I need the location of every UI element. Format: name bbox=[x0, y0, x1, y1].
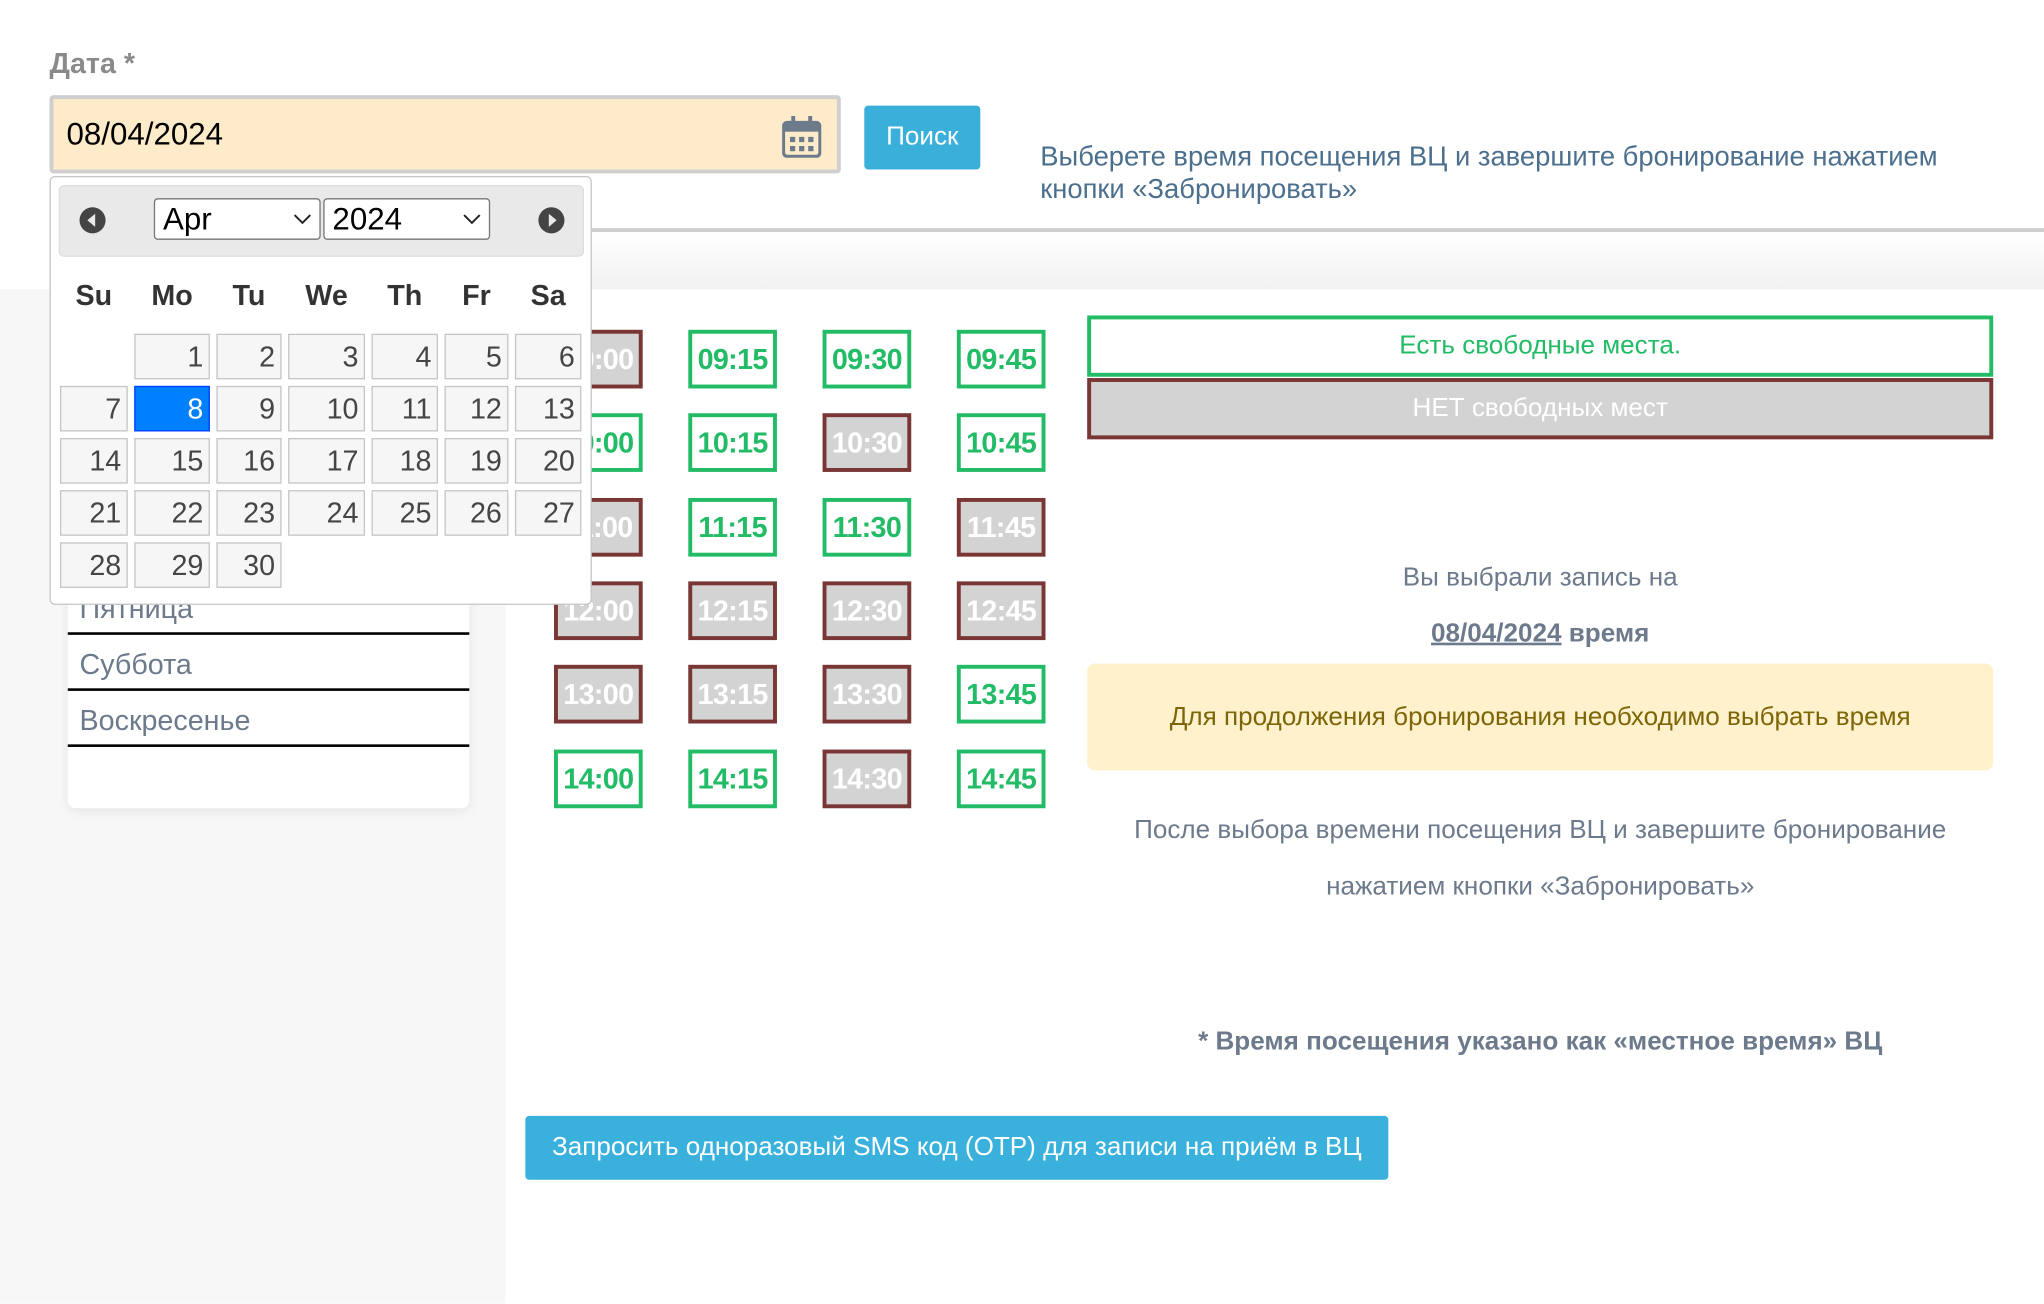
calendar-day[interactable]: 16 bbox=[216, 438, 282, 484]
calendar-day[interactable]: 4 bbox=[371, 333, 439, 380]
time-slot-free[interactable]: 11:30 bbox=[822, 497, 912, 557]
calendar-day[interactable]: 15 bbox=[134, 438, 210, 484]
calendar-day[interactable]: 7 bbox=[59, 385, 128, 432]
calendar-day[interactable]: 19 bbox=[444, 438, 509, 484]
calendar-day[interactable]: 3 bbox=[288, 333, 366, 380]
calendar-day[interactable]: 1 bbox=[134, 333, 210, 380]
weekday-item[interactable]: Суббота bbox=[67, 637, 470, 691]
weekday-item[interactable]: Воскресенье bbox=[67, 694, 470, 747]
select-time-alert: Для продолжения бронирования необходимо … bbox=[1087, 663, 1994, 771]
time-slot-busy: 12:30 bbox=[822, 581, 912, 641]
calendar-day[interactable]: 9 bbox=[216, 385, 282, 432]
calendar-day[interactable]: 18 bbox=[371, 438, 439, 484]
chosen-date-time: 08/04/2024 время bbox=[1087, 619, 1993, 649]
calendar-day[interactable]: 17 bbox=[288, 438, 366, 484]
chosen-date: 08/04/2024 bbox=[1431, 619, 1562, 648]
calendar-days: 1 2 3 4 5 6 7 8 9 10 11 12 13 14 15 16 17 18 19 20 21 22 23 24 2… bbox=[59, 333, 582, 588]
calendar-day[interactable]: 13 bbox=[514, 385, 582, 432]
chosen-prefix: Вы выбрали запись на bbox=[1402, 563, 1678, 592]
year-select[interactable]: 2024 bbox=[323, 198, 491, 240]
calendar-day[interactable]: 29 bbox=[134, 542, 210, 588]
time-slot-free[interactable]: 10:15 bbox=[688, 413, 777, 472]
calendar-day[interactable]: 20 bbox=[514, 438, 582, 484]
calendar-day[interactable]: 12 bbox=[444, 385, 509, 432]
chevron-down-icon bbox=[293, 214, 311, 225]
calendar-day[interactable]: 14 bbox=[59, 438, 128, 484]
time-slot-free[interactable]: 09:30 bbox=[822, 329, 912, 389]
time-slot-busy: 13:15 bbox=[688, 664, 777, 724]
legend-free: Есть свободные места. bbox=[1087, 315, 1994, 377]
weekday-header: Sa bbox=[530, 278, 566, 312]
legend-busy: НЕТ свободных мест bbox=[1087, 378, 1994, 440]
time-slot-busy: 12:45 bbox=[956, 581, 1046, 641]
calendar-day[interactable]: 28 bbox=[59, 542, 128, 588]
divider bbox=[591, 228, 2044, 233]
empty-cell bbox=[372, 542, 438, 588]
time-slot-free[interactable]: 11:15 bbox=[688, 497, 777, 557]
calendar-day[interactable]: 11 bbox=[371, 385, 439, 432]
calendar-day[interactable]: 25 bbox=[371, 490, 439, 536]
time-slot-busy: 11:45 bbox=[956, 497, 1046, 557]
datepicker-header: Apr 2024 bbox=[58, 185, 585, 257]
datepicker-popup: Apr 2024 Su Mo Tu We Th Fr Sa 1 2 3 4 5 6 7 8 9 10 11 12 1… bbox=[49, 175, 592, 605]
calendar-icon[interactable] bbox=[782, 116, 822, 158]
month-select[interactable]: Apr bbox=[153, 198, 321, 240]
time-slot-free[interactable]: 14:00 bbox=[554, 749, 643, 809]
weekday-header: Su bbox=[75, 278, 113, 312]
next-month-icon[interactable] bbox=[538, 207, 565, 234]
time-slot-busy: 13:00 bbox=[554, 664, 643, 724]
panel-shadow bbox=[505, 232, 2044, 290]
time-slot-free[interactable]: 09:45 bbox=[956, 329, 1046, 389]
time-slot-busy: 10:30 bbox=[822, 413, 912, 472]
local-time-note: * Время посещения указано как «местное в… bbox=[1198, 1027, 1883, 1056]
weekday-header: Th bbox=[387, 278, 423, 312]
after-selection-text: После выбора времени посещения ВЦ и заве… bbox=[1134, 816, 1947, 901]
weekday-headers: Su Mo Tu We Th Fr Sa bbox=[60, 276, 581, 315]
weekday-header: Fr bbox=[462, 278, 491, 312]
empty-cell bbox=[60, 334, 128, 380]
date-label: Дата * bbox=[49, 46, 136, 80]
calendar-day[interactable]: 26 bbox=[444, 490, 509, 536]
time-slot-free[interactable]: 14:15 bbox=[688, 749, 777, 809]
weekday-header: We bbox=[305, 278, 348, 312]
time-slot-free[interactable]: 09:15 bbox=[688, 329, 777, 389]
date-input[interactable] bbox=[63, 99, 774, 173]
instruction-text: Выберете время посещения ВЦ и завершите … bbox=[1040, 142, 1938, 205]
time-slot-free[interactable]: 10:45 bbox=[956, 413, 1046, 472]
calendar-day[interactable]: 21 bbox=[59, 490, 128, 536]
calendar-day[interactable]: 10 bbox=[288, 385, 366, 432]
time-slot-free[interactable]: 14:45 bbox=[956, 749, 1046, 809]
time-slot-busy: 13:30 bbox=[822, 664, 912, 724]
calendar-day[interactable]: 5 bbox=[444, 333, 509, 380]
chevron-down-icon bbox=[463, 214, 481, 225]
request-sms-code-button[interactable]: Запросить одноразовый SMS код (OTP) для … bbox=[525, 1115, 1389, 1180]
search-button[interactable]: Поиск bbox=[864, 105, 981, 170]
empty-cell bbox=[445, 542, 509, 588]
chosen-time-label: время bbox=[1568, 619, 1650, 648]
date-field[interactable] bbox=[49, 95, 841, 174]
calendar-day[interactable]: 27 bbox=[514, 490, 582, 536]
calendar-day[interactable]: 30 bbox=[216, 542, 282, 588]
prev-month-icon[interactable] bbox=[79, 207, 106, 234]
calendar-day[interactable]: 24 bbox=[288, 490, 366, 536]
time-slot-free[interactable]: 13:45 bbox=[956, 664, 1046, 724]
calendar-day[interactable]: 22 bbox=[134, 490, 210, 536]
empty-cell bbox=[288, 542, 365, 588]
year-value: 2024 bbox=[332, 202, 403, 238]
time-slot-busy: 14:30 bbox=[822, 749, 912, 809]
weekday-header: Mo bbox=[151, 278, 193, 312]
weekday-header: Tu bbox=[232, 278, 266, 312]
calendar-day[interactable]: 6 bbox=[514, 333, 582, 380]
month-value: Apr bbox=[162, 202, 212, 238]
time-slot-busy: 12:15 bbox=[688, 581, 777, 641]
calendar-day[interactable]: 23 bbox=[216, 490, 282, 536]
calendar-day-selected[interactable]: 8 bbox=[134, 385, 210, 432]
calendar-day[interactable]: 2 bbox=[216, 333, 282, 380]
empty-cell bbox=[515, 542, 581, 588]
